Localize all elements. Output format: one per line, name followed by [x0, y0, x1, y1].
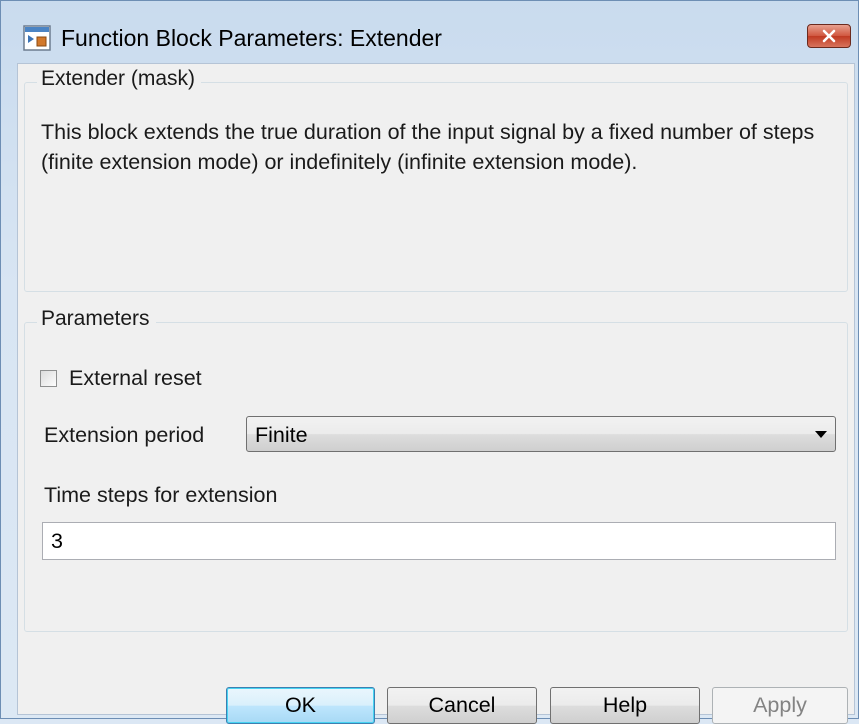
- extension-period-label: Extension period: [44, 423, 205, 447]
- dialog-window: Function Block Parameters: Extender Exte…: [0, 0, 859, 724]
- apply-button: Apply: [712, 687, 848, 724]
- close-icon: [822, 29, 836, 43]
- mask-group-legend: Extender (mask): [37, 67, 202, 91]
- help-button[interactable]: Help: [550, 687, 700, 724]
- mask-group: Extender (mask) This block extends the t…: [24, 67, 848, 292]
- close-button[interactable]: [807, 24, 851, 48]
- title-bar[interactable]: Function Block Parameters: Extender: [1, 1, 858, 61]
- cancel-button[interactable]: Cancel: [387, 687, 537, 724]
- ok-button[interactable]: OK: [226, 687, 375, 724]
- time-steps-input[interactable]: [42, 522, 836, 560]
- time-steps-label: Time steps for extension: [44, 483, 278, 507]
- chevron-down-icon: [815, 431, 827, 438]
- extension-period-value: Finite: [255, 423, 308, 447]
- mask-description: This block extends the true duration of …: [41, 120, 815, 174]
- external-reset-checkbox[interactable]: [40, 370, 57, 387]
- external-reset-row[interactable]: External reset: [40, 366, 202, 391]
- dialog-body: Extender (mask) This block extends the t…: [17, 63, 855, 724]
- simulink-block-icon: [23, 25, 51, 51]
- extension-period-select[interactable]: Finite: [246, 416, 836, 452]
- external-reset-label: External reset: [69, 366, 202, 390]
- parameters-group-legend: Parameters: [37, 307, 156, 331]
- window-title: Function Block Parameters: Extender: [61, 25, 442, 51]
